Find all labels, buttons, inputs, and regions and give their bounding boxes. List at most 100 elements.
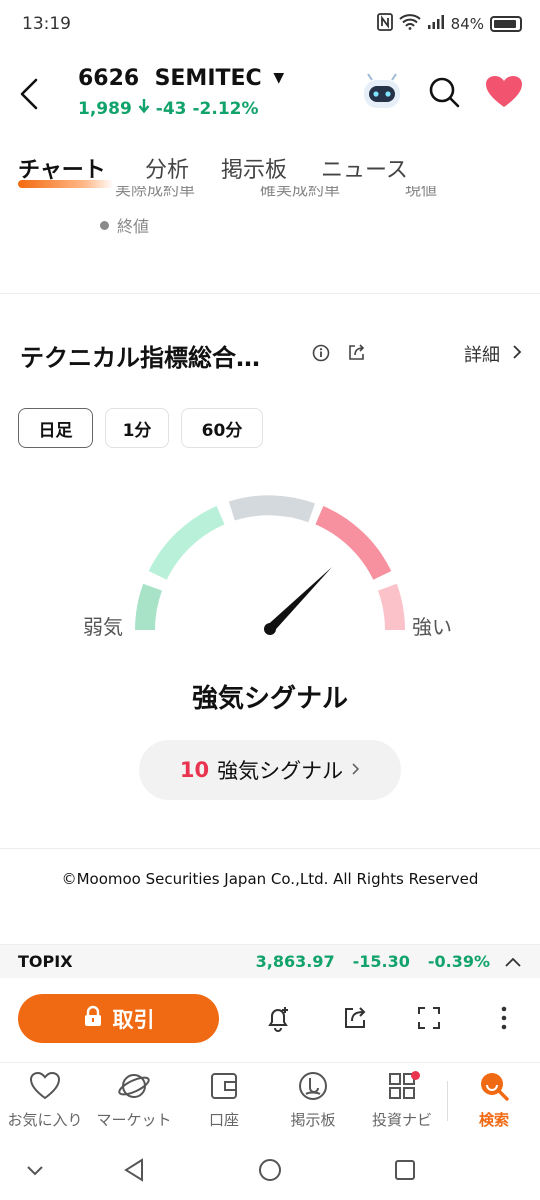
- divider: [0, 293, 540, 294]
- detail-label: 詳細: [464, 345, 500, 366]
- signal-gauge: [135, 495, 405, 635]
- more-vertical-icon[interactable]: [490, 1004, 518, 1032]
- legend-item: 実際成約単: [115, 186, 196, 199]
- signal-count-button[interactable]: 10 強気シグナル: [139, 740, 401, 800]
- caret-down-icon: ▼: [273, 70, 285, 86]
- recents-square-icon[interactable]: [392, 1157, 418, 1183]
- nav-label: 掲示板: [290, 1111, 336, 1129]
- chevron-down-icon[interactable]: [22, 1157, 48, 1183]
- gauge-segment-buy: [315, 506, 392, 581]
- legend-close: 終値: [100, 213, 149, 237]
- tab-chart[interactable]: チャート: [18, 152, 106, 184]
- notification-dot: [411, 1071, 420, 1080]
- signal-icon: [427, 14, 445, 34]
- nav-label: 投資ナビ: [371, 1111, 432, 1129]
- technical-section-title: テクニカル指標総合…: [20, 344, 260, 372]
- status-bar: 13:19 84%: [0, 0, 540, 50]
- back-arrow-icon[interactable]: [14, 70, 54, 114]
- tab-news[interactable]: ニュース: [321, 152, 408, 184]
- legend-item: 現値: [405, 186, 438, 199]
- quote-line: 1,989 -43 -2.12%: [78, 98, 259, 119]
- wifi-icon: [398, 14, 421, 34]
- nav-label: 検索: [478, 1111, 509, 1129]
- lock-icon: [83, 1005, 103, 1032]
- action-bar: 取引: [0, 978, 540, 1060]
- nav-market[interactable]: マーケット: [89, 1069, 179, 1130]
- heart-outline-icon: [29, 1071, 61, 1100]
- bell-add-icon[interactable]: [264, 1004, 292, 1032]
- gauge-segment-neutral: [228, 495, 316, 523]
- search-icon: [481, 1073, 509, 1101]
- stock-header: 6626 SEMITEC ▼ 1,989 -43 -2.12%: [0, 50, 540, 140]
- signal-result: 強気シグナル: [191, 684, 348, 714]
- timeframe-daily[interactable]: 日足: [18, 408, 93, 448]
- nav-label: お気に入り: [7, 1111, 83, 1129]
- trade-button[interactable]: 取引: [18, 994, 219, 1043]
- nav-label: 口座: [208, 1111, 239, 1129]
- home-circle-icon[interactable]: [257, 1157, 283, 1183]
- chevron-right-icon: [512, 344, 522, 365]
- wallet-icon: [211, 1073, 237, 1099]
- stock-name: SEMITEC: [154, 66, 262, 91]
- bottom-nav: お気に入り マーケット 口座 掲示板 投資ナビ 検索: [0, 1062, 540, 1142]
- copyright-text: ©Moomoo Securities Japan Co.,Ltd. All Ri…: [61, 870, 479, 888]
- legend-close-label: 終値: [117, 217, 150, 236]
- legend-dot: [100, 220, 109, 230]
- share-icon[interactable]: [341, 1004, 369, 1032]
- tab-analysis[interactable]: 分析: [145, 152, 189, 184]
- nav-label: マーケット: [96, 1111, 172, 1129]
- divider: [0, 848, 540, 849]
- gauge-needle: [267, 567, 332, 633]
- search-icon[interactable]: [426, 74, 462, 110]
- robot-assistant-icon[interactable]: [360, 72, 404, 112]
- status-icons: 84%: [376, 13, 522, 35]
- arrow-down-icon: [138, 98, 150, 119]
- price-change: -43: [155, 98, 187, 119]
- board-icon: [299, 1072, 327, 1100]
- favorite-heart-icon[interactable]: [484, 74, 524, 110]
- nfc-icon: [376, 13, 393, 35]
- nav-search[interactable]: 検索: [449, 1069, 539, 1130]
- planet-icon: [118, 1074, 150, 1098]
- battery-icon: [490, 16, 522, 32]
- gauge-segment-sell: [148, 506, 225, 581]
- timeframe-60min[interactable]: 60分: [181, 408, 263, 448]
- system-nav-bar: [0, 1145, 540, 1200]
- trade-label: 取引: [112, 1007, 155, 1032]
- stock-code: 6626: [78, 66, 140, 91]
- chevron-up-icon[interactable]: [504, 954, 522, 970]
- legend-partial: 実際成約単 確実成約単 現値: [0, 186, 540, 204]
- nav-favorites[interactable]: お気に入り: [0, 1069, 90, 1130]
- timeframe-1min[interactable]: 1分: [105, 408, 169, 448]
- detail-link[interactable]: 詳細: [464, 341, 522, 367]
- signal-button-label: 強気シグナル: [217, 759, 344, 783]
- stock-price: 1,989: [78, 98, 132, 119]
- nav-separator: [447, 1081, 448, 1121]
- gauge-strong-label: 強い: [412, 615, 452, 639]
- info-icon[interactable]: [312, 344, 330, 362]
- index-name: TOPIX: [18, 952, 73, 971]
- gauge-segment-strong-sell: [135, 583, 163, 631]
- gauge-segment-strong-buy: [377, 583, 405, 631]
- index-change: -15.30: [352, 952, 410, 971]
- index-change-pct: -0.39%: [427, 952, 490, 971]
- share-icon[interactable]: [347, 343, 366, 362]
- nav-account[interactable]: 口座: [179, 1069, 269, 1130]
- chevron-right-icon: [351, 760, 360, 781]
- gauge-needle-hub: [264, 623, 276, 635]
- fullscreen-icon[interactable]: [415, 1004, 443, 1032]
- legend-item: 確実成約単: [260, 186, 341, 199]
- signal-count: 10: [179, 758, 210, 782]
- battery-percent: 84%: [450, 15, 484, 33]
- tab-board[interactable]: 掲示板: [221, 152, 287, 184]
- nav-board[interactable]: 掲示板: [268, 1069, 358, 1130]
- index-ticker-bar[interactable]: TOPIX 3,863.97 -15.30 -0.39%: [0, 944, 540, 978]
- status-time: 13:19: [22, 14, 71, 34]
- index-value: 3,863.97: [255, 952, 335, 971]
- index-values: 3,863.97 -15.30 -0.39%: [256, 952, 490, 971]
- nav-invest-navi[interactable]: 投資ナビ: [357, 1069, 447, 1130]
- back-triangle-icon[interactable]: [122, 1157, 148, 1183]
- price-change-pct: -2.12%: [192, 98, 259, 119]
- gauge-weak-label: 弱気: [83, 615, 123, 639]
- stock-title[interactable]: 6626 SEMITEC ▼: [78, 66, 284, 91]
